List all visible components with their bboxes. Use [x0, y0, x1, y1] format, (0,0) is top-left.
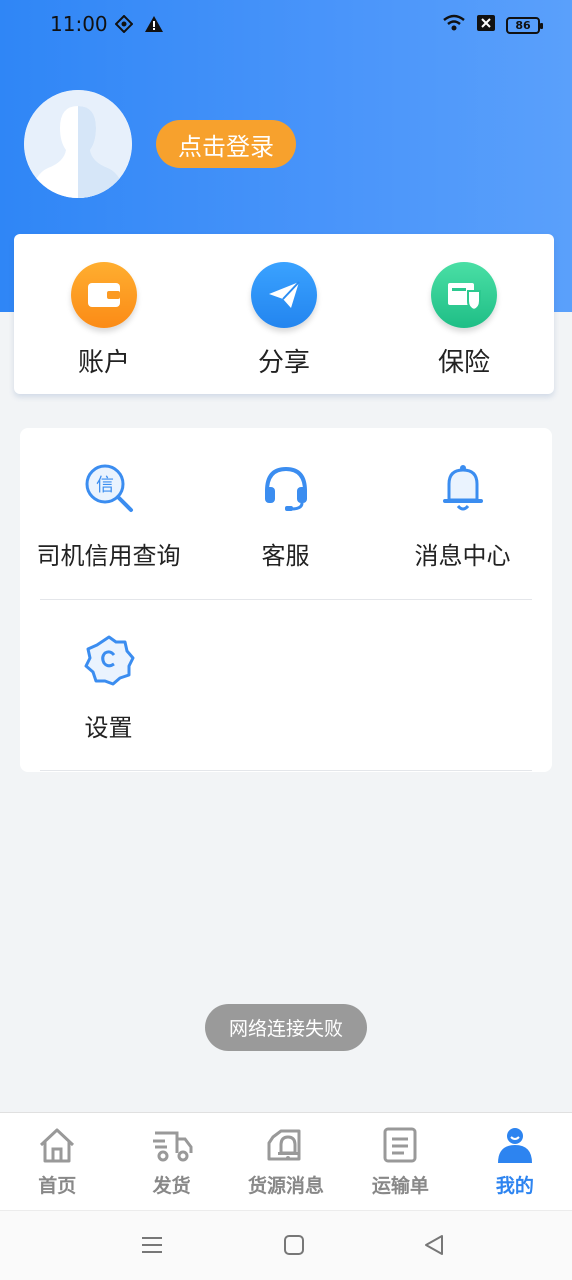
tab-label: 货源消息 [248, 1175, 325, 1197]
bell-icon [435, 460, 491, 516]
service-credit-query[interactable]: 信 司机信用查询 [20, 460, 197, 571]
battery-icon: 86 [506, 16, 543, 34]
avatar[interactable] [24, 90, 132, 198]
warning-icon [145, 16, 163, 36]
quick-action-label: 账户 [77, 348, 130, 378]
paper-plane-icon [251, 262, 317, 328]
quick-action-account[interactable]: 账户 [14, 234, 194, 394]
quick-action-label: 分享 [257, 348, 310, 378]
sim-off-icon [476, 14, 496, 36]
settings-gear-icon [81, 632, 137, 688]
tab-home[interactable]: 首页 [0, 1113, 114, 1210]
service-label: 司机信用查询 [36, 542, 181, 570]
battery-level: 86 [515, 18, 531, 32]
service-settings[interactable]: 设置 [20, 632, 197, 743]
system-navigation-bar [0, 1210, 572, 1280]
quick-actions-card: 账户 分享 保险 [14, 234, 554, 394]
user-icon [495, 1127, 535, 1167]
toast-message: 网络连接失败 [205, 1004, 367, 1051]
services-card: 信 司机信用查询 客服 消息中心 设置 [20, 428, 552, 772]
tab-label: 发货 [152, 1175, 191, 1197]
credit-search-icon: 信 [81, 460, 137, 516]
tab-label: 首页 [38, 1175, 77, 1197]
bottom-tab-bar: 首页 发货 货源消息 运输单 我的 [0, 1112, 572, 1210]
headset-icon [258, 460, 314, 516]
quick-action-insurance[interactable]: 保险 [374, 234, 554, 394]
location-icon [114, 14, 134, 37]
home-square-icon[interactable] [282, 1233, 306, 1261]
truck-icon [151, 1127, 193, 1167]
tab-cargo-messages[interactable]: 货源消息 [229, 1113, 343, 1210]
insurance-shield-icon [431, 262, 497, 328]
quick-action-label: 保险 [437, 348, 490, 378]
wifi-icon [442, 14, 466, 36]
back-icon[interactable] [422, 1233, 446, 1261]
document-icon [382, 1127, 418, 1167]
status-time: 11:00 [50, 12, 108, 36]
divider [40, 599, 532, 600]
tab-ship[interactable]: 发货 [114, 1113, 228, 1210]
avatar-person-icon [24, 90, 132, 198]
status-bar: 11:00 86 [0, 0, 572, 52]
service-label: 消息中心 [414, 542, 511, 570]
home-icon [37, 1127, 77, 1167]
tab-mine[interactable]: 我的 [458, 1113, 572, 1210]
service-label: 设置 [84, 714, 133, 742]
tab-label: 运输单 [371, 1175, 429, 1197]
svg-text:信: 信 [96, 475, 114, 496]
wallet-icon [71, 262, 137, 328]
service-label: 客服 [261, 542, 310, 570]
cargo-notice-icon [265, 1127, 307, 1167]
service-customer-support[interactable]: 客服 [197, 460, 374, 571]
menu-icon[interactable] [140, 1233, 164, 1261]
divider [40, 770, 532, 771]
quick-action-share[interactable]: 分享 [194, 234, 374, 394]
login-button[interactable]: 点击登录 [156, 120, 296, 168]
tab-label: 我的 [495, 1175, 534, 1197]
tab-waybill[interactable]: 运输单 [343, 1113, 457, 1210]
service-message-center[interactable]: 消息中心 [374, 460, 551, 571]
